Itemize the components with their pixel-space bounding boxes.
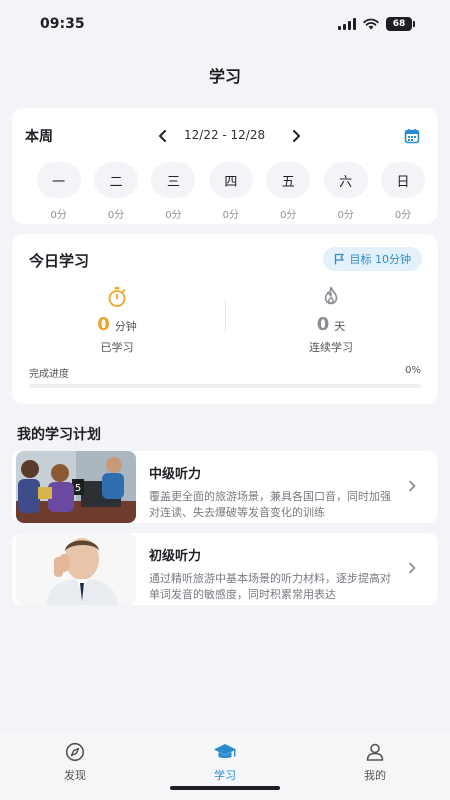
today-study-card: 今日学习 目标 10分钟 0 分钟 已学习 0天 连续学习 完成进度 0%	[12, 234, 438, 404]
graduation-cap-icon	[214, 744, 236, 758]
day-item-wed[interactable]: 三 0分	[145, 162, 202, 221]
calendar-icon	[404, 128, 420, 144]
day-circle[interactable]: 二	[94, 162, 139, 198]
day-minutes: 0分	[165, 210, 182, 221]
compass-icon	[65, 742, 85, 762]
studied-unit: 分钟	[114, 320, 137, 333]
plan-card-intermediate-listening[interactable]: 5 中级听力 覆盖更全面的旅游场景，兼具各国口音，同时加强对连读、失去爆破等发音…	[12, 451, 438, 523]
chevron-right-icon	[404, 560, 420, 576]
streak-unit: 天	[334, 320, 346, 333]
streak-value-row: 0天	[226, 314, 436, 335]
chevron-right-icon	[293, 130, 300, 142]
goal-text: 目标 10分钟	[349, 253, 412, 266]
tab-label: 我的	[364, 769, 386, 782]
plan-text: 中级听力 覆盖更全面的旅游场景，兼具各国口音，同时加强对连读、失去爆破等发音变化…	[149, 463, 399, 521]
day-minutes: 0分	[107, 210, 125, 221]
status-icons: 68	[338, 17, 415, 31]
calendar-button[interactable]	[400, 124, 424, 148]
plan-title: 初级听力	[149, 549, 202, 564]
day-circle[interactable]: 三	[151, 162, 196, 198]
studied-stat: 0 分钟 已学习	[12, 286, 222, 355]
day-item-thu[interactable]: 四 0分	[202, 162, 259, 221]
today-title: 今日学习	[29, 252, 90, 270]
tab-discover[interactable]: 发现	[0, 732, 150, 800]
day-minutes: 0分	[50, 210, 67, 221]
svg-text:5: 5	[75, 483, 81, 494]
streak-stat: 0天 连续学习	[226, 286, 436, 355]
day-circle[interactable]: 日	[381, 162, 426, 198]
plans-section-title: 我的学习计划	[17, 427, 101, 443]
day-minutes: 0分	[222, 210, 240, 221]
tab-label: 发现	[64, 769, 86, 782]
week-range: 12/22 - 12/28	[184, 128, 266, 142]
streak-caption: 连续学习	[309, 341, 353, 354]
cellular-signal-icon	[338, 18, 356, 30]
week-card: 本周 12/22 - 12/28 一 0分 二 0分 三 0分 四 0分 五 0…	[12, 108, 438, 224]
home-indicator	[170, 786, 280, 790]
plan-text: 初级听力 通过精听旅游中基本场景的听力材料，逐步提高对单词发音的敏感度，同时积累…	[149, 545, 399, 603]
chevron-right-icon	[404, 478, 420, 494]
wifi-icon	[363, 18, 379, 30]
flag-icon	[334, 253, 344, 265]
week-label: 本周	[25, 129, 53, 145]
studied-value-row: 0 分钟	[12, 314, 222, 335]
week-days: 一 0分 二 0分 三 0分 四 0分 五 0分 六 0分 日 0分	[30, 162, 434, 221]
progress-bar	[29, 384, 421, 388]
studied-value: 0	[97, 314, 110, 335]
day-circle[interactable]: 一	[36, 162, 81, 198]
user-icon	[366, 743, 384, 761]
chevron-left-icon	[159, 130, 166, 142]
progress-label: 完成进度	[29, 369, 69, 380]
status-bar: 09:35 68	[0, 0, 450, 48]
battery-icon: 68	[386, 17, 415, 31]
day-minutes: 0分	[337, 210, 354, 221]
goal-badge[interactable]: 目标 10分钟	[322, 247, 422, 271]
plan-card-beginner-listening[interactable]: 初级听力 通过精听旅游中基本场景的听力材料，逐步提高对单词发音的敏感度，同时积累…	[12, 533, 438, 605]
studied-caption: 已学习	[100, 341, 134, 354]
day-circle[interactable]: 六	[323, 162, 368, 198]
progress-value: 0%	[405, 365, 421, 376]
plan-title: 中级听力	[149, 467, 202, 482]
day-item-tue[interactable]: 二 0分	[87, 162, 144, 221]
next-week-button[interactable]	[284, 124, 308, 148]
plan-description: 通过精听旅游中基本场景的听力材料，逐步提高对单词发音的敏感度，同时积累常用表达	[149, 572, 391, 601]
day-minutes: 0分	[394, 210, 412, 221]
streak-value: 0	[316, 314, 330, 335]
stopwatch-icon	[108, 287, 126, 307]
plan-description: 覆盖更全面的旅游场景，兼具各国口音，同时加强对连读、失去爆破等发音变化的训练	[149, 490, 391, 519]
status-time: 09:35	[40, 16, 85, 32]
day-circle[interactable]: 五	[266, 162, 311, 198]
tab-mine[interactable]: 我的	[300, 732, 450, 800]
day-item-sat[interactable]: 六 0分	[317, 162, 374, 221]
flame-icon	[324, 286, 338, 305]
day-minutes: 0分	[280, 210, 297, 221]
battery-level: 68	[392, 19, 406, 29]
plan-thumbnail	[16, 533, 136, 605]
day-item-sun[interactable]: 日 0分	[374, 162, 431, 221]
week-header: 本周 12/22 - 12/28	[12, 124, 438, 148]
plan-thumbnail: 5	[16, 451, 136, 523]
day-circle[interactable]: 四	[208, 162, 253, 198]
tab-label: 学习	[214, 769, 236, 782]
prev-week-button[interactable]	[151, 124, 175, 148]
day-item-fri[interactable]: 五 0分	[260, 162, 317, 221]
day-item-mon[interactable]: 一 0分	[30, 162, 87, 221]
page-title: 学习	[208, 67, 241, 86]
